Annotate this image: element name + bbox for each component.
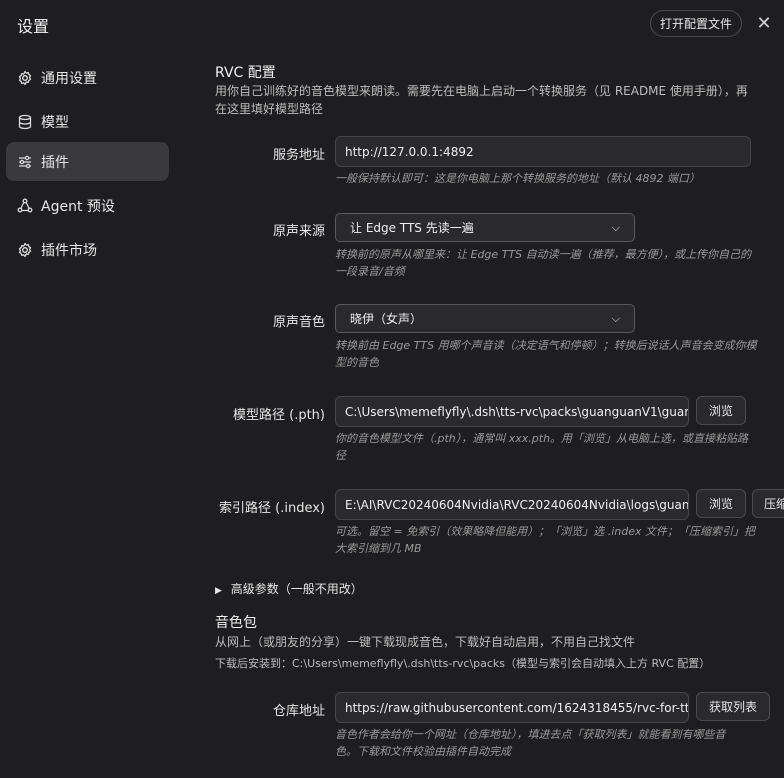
- app-title: 设置: [17, 17, 50, 36]
- sidebar-item-label: 插件市场: [41, 242, 97, 259]
- advanced-params-toggle[interactable]: ▶ 高级参数（一般不用改）: [215, 580, 363, 597]
- original-voice-label: 原声音色: [272, 315, 325, 330]
- sidebar: 通用设置 模型 插件 Agent 预设 插件市场: [0, 48, 178, 778]
- voicepack-description: 从网上（或朋友的分享）一键下载现成音色，下载好自动启用，不用自己找文件: [215, 635, 636, 649]
- sidebar-item-general-settings[interactable]: 通用设置: [6, 58, 169, 97]
- sidebar-item-label: 插件: [41, 154, 69, 171]
- voice-source-hint-line2: 一段录音/音频: [335, 265, 405, 278]
- chevron-down-icon: ⌵: [611, 220, 620, 234]
- repo-address-input[interactable]: https://raw.githubusercontent.com/162431…: [335, 692, 689, 723]
- sliders-icon: [17, 154, 33, 170]
- index-path-hint-line2: 大索引缩到几 MB: [335, 542, 422, 555]
- sidebar-item-label: 通用设置: [41, 70, 97, 87]
- agent-icon: [17, 198, 33, 214]
- sidebar-item-plugin-market[interactable]: 插件市场: [6, 230, 169, 269]
- repo-address-hint-line1: 音色作者会给你一个网址（仓库地址），填进去点「获取列表」就能看到有哪些音: [335, 728, 726, 741]
- original-voice-hint-line2: 型的音色: [335, 356, 379, 369]
- gear-icon: [17, 70, 33, 86]
- advanced-params-label: 高级参数（一般不用改）: [230, 582, 363, 596]
- database-icon: [17, 114, 33, 130]
- original-voice-hint-line1: 转换前由 Edge TTS 用哪个声音读（决定语气和停顿）；转换后说话人声音会变…: [335, 339, 757, 352]
- rvc-section-title: RVC 配置: [215, 65, 276, 81]
- voicepack-section-title: 音色包: [215, 615, 257, 631]
- repo-address-label: 仓库地址: [272, 704, 325, 719]
- compress-index-button[interactable]: 压缩: [752, 489, 784, 518]
- voice-source-select[interactable]: 让 Edge TTS 先读一遍 ⌵: [335, 213, 635, 242]
- index-path-hint-line1: 可选。留空 = 免索引（效果略降但能用）；「浏览」选 .index 文件；「压缩…: [335, 525, 755, 538]
- rvc-description-line2: 在这里填好模型路径: [215, 102, 324, 116]
- original-voice-value: 晓伊（女声）: [350, 312, 423, 326]
- model-path-hint-line1: 你的音色模型文件（.pth），通常叫 xxx.pth。用「浏览」从电脑上选，或直…: [335, 432, 749, 445]
- model-path-input[interactable]: C:\Users\memeflyfly\.dsh\tts-rvc\packs\g…: [335, 396, 689, 427]
- sidebar-item-agent-presets[interactable]: Agent 预设: [6, 186, 169, 225]
- original-voice-select[interactable]: 晓伊（女声） ⌵: [335, 304, 635, 333]
- service-address-input[interactable]: http://127.0.0.1:4892: [335, 136, 751, 167]
- chevron-down-icon: ⌵: [611, 311, 620, 325]
- voice-source-value: 让 Edge TTS 先读一遍: [350, 221, 474, 235]
- index-browse-button[interactable]: 浏览: [696, 489, 746, 518]
- fetch-list-button[interactable]: 获取列表: [696, 692, 770, 721]
- voice-source-label: 原声来源: [272, 224, 325, 239]
- index-path-input[interactable]: E:\AI\RVC20240604Nvidia\RVC20240604Nvidi…: [335, 489, 689, 520]
- open-config-file-button[interactable]: 打开配置文件: [650, 10, 742, 37]
- voice-source-hint-line1: 转换前的原声从哪里来：让 Edge TTS 自动读一遍（推荐，最方便），或上传你…: [335, 248, 752, 261]
- index-path-label: 索引路径 (.index): [219, 501, 325, 516]
- sidebar-item-plugins[interactable]: 插件: [6, 142, 169, 181]
- settings-content: RVC 配置 用你自己训练好的音色模型来朗读。需要先在电脑上启动一个转换服务（见…: [178, 48, 784, 778]
- model-path-hint-line2: 径: [335, 449, 346, 462]
- close-icon[interactable]: ✕: [753, 12, 775, 34]
- voicepack-install-path: 下载后安装到：C:\Users\memeflyfly\.dsh\tts-rvc\…: [215, 657, 711, 670]
- sidebar-item-label: Agent 预设: [41, 198, 115, 215]
- title-bar: 设置 打开配置文件 ✕: [0, 0, 784, 48]
- rvc-description-line1: 用你自己训练好的音色模型来朗读。需要先在电脑上启动一个转换服务（见 README…: [215, 84, 748, 98]
- model-browse-button[interactable]: 浏览: [696, 396, 746, 425]
- service-address-label: 服务地址: [272, 148, 325, 163]
- repo-address-hint-line2: 色。下载和文件校验由插件自动完成: [335, 745, 511, 758]
- triangle-right-icon: ▶: [215, 586, 222, 596]
- sidebar-item-label: 模型: [41, 114, 69, 131]
- model-path-label: 模型路径 (.pth): [233, 408, 325, 423]
- service-address-hint: 一般保持默认即可：这是你电脑上那个转换服务的地址（默认 4892 端口）: [335, 172, 700, 185]
- sidebar-item-model[interactable]: 模型: [6, 102, 169, 141]
- gear-icon: [17, 242, 33, 258]
